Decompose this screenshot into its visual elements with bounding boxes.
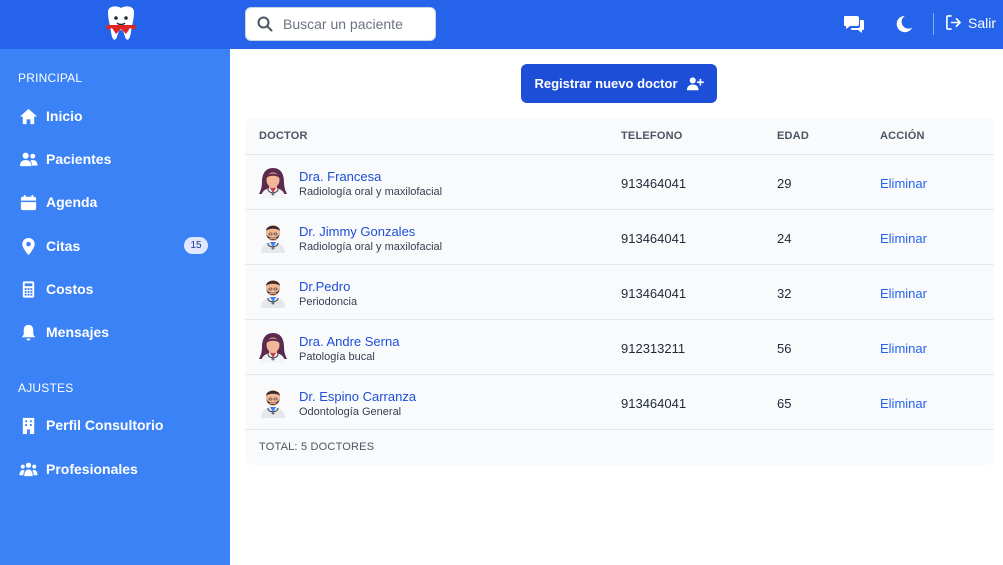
home-icon bbox=[18, 106, 38, 126]
doctor-name-link[interactable]: Dra. Francesa bbox=[299, 169, 381, 184]
doctor-phone: 913464041 bbox=[621, 396, 687, 411]
sidebar-item-label: Citas bbox=[46, 238, 81, 254]
logout-button[interactable]: Salir bbox=[945, 14, 996, 31]
doctor-phone: 913464041 bbox=[621, 286, 687, 301]
sidebar-item-label: Inicio bbox=[46, 108, 83, 124]
doctor-name-link[interactable]: Dr. Espino Carranza bbox=[299, 389, 416, 404]
delete-link[interactable]: Eliminar bbox=[880, 286, 927, 301]
divider bbox=[245, 429, 994, 430]
calendar-icon bbox=[18, 192, 38, 212]
doctor-age: 65 bbox=[777, 396, 792, 411]
male-doctor-avatar bbox=[258, 221, 288, 253]
doctor-phone: 912313211 bbox=[621, 341, 686, 356]
doctor-name-link[interactable]: Dra. Andre Serna bbox=[299, 334, 399, 349]
register-doctor-button[interactable]: Registrar nuevo doctor bbox=[521, 64, 717, 103]
sidebar-item-citas[interactable]: Citas 15 bbox=[18, 233, 214, 259]
doctor-specialty: Patología bucal bbox=[299, 351, 375, 363]
tooth-logo-icon[interactable] bbox=[102, 4, 140, 44]
doctor-specialty: Radiología oral y maxilofacial bbox=[299, 186, 443, 198]
sidebar-item-label: Costos bbox=[46, 281, 94, 297]
building-icon bbox=[18, 415, 38, 435]
doctor-age: 24 bbox=[777, 231, 792, 246]
bell-icon bbox=[18, 322, 38, 342]
search-icon bbox=[257, 16, 273, 32]
doctor-age: 56 bbox=[777, 341, 792, 356]
sidebar: PRINCIPAL Inicio Pacientes Agenda Citas … bbox=[0, 49, 230, 565]
users-icon bbox=[18, 149, 38, 169]
doctor-age: 29 bbox=[777, 176, 792, 191]
sidebar-item-label: Agenda bbox=[46, 194, 98, 210]
sidebar-item-label: Mensajes bbox=[46, 324, 110, 340]
table-row: Dr. Espino Carranza Odontología General … bbox=[245, 374, 994, 429]
doctor-specialty: Periodoncia bbox=[299, 296, 358, 308]
calculator-icon bbox=[18, 279, 38, 299]
sidebar-item-pacientes[interactable]: Pacientes bbox=[18, 146, 214, 172]
section-heading-principal: PRINCIPAL bbox=[18, 71, 83, 85]
divider bbox=[933, 13, 934, 35]
section-heading-ajustes: AJUSTES bbox=[18, 381, 74, 395]
chat-icon[interactable] bbox=[843, 13, 865, 35]
top-bar: Salir bbox=[0, 0, 1003, 49]
table-row: Dr.Pedro Periodoncia 913464041 32 Elimin… bbox=[245, 264, 994, 319]
logout-icon bbox=[946, 15, 961, 30]
doctor-phone: 913464041 bbox=[621, 176, 687, 191]
sidebar-item-perfil-consultorio[interactable]: Perfil Consultorio bbox=[18, 412, 214, 438]
doctor-name-link[interactable]: Dr.Pedro bbox=[299, 279, 350, 294]
sidebar-item-label: Perfil Consultorio bbox=[46, 417, 164, 433]
table-row: Dra. Andre Serna Patología bucal 9123132… bbox=[245, 319, 994, 374]
column-header-doctor: DOCTOR bbox=[259, 130, 308, 142]
delete-link[interactable]: Eliminar bbox=[880, 341, 927, 356]
table-row: Dr. Jimmy Gonzales Radiología oral y max… bbox=[245, 209, 994, 264]
column-header-accion: ACCIÓN bbox=[880, 130, 925, 142]
search-box[interactable] bbox=[245, 7, 436, 41]
male-doctor-avatar bbox=[258, 386, 288, 418]
table-row: Dra. Francesa Radiología oral y maxilofa… bbox=[245, 154, 994, 209]
sidebar-item-inicio[interactable]: Inicio bbox=[18, 103, 214, 129]
male-doctor-avatar bbox=[258, 276, 288, 308]
delete-link[interactable]: Eliminar bbox=[880, 396, 927, 411]
delete-link[interactable]: Eliminar bbox=[880, 231, 927, 246]
logout-label: Salir bbox=[968, 14, 997, 31]
moon-icon[interactable] bbox=[893, 13, 915, 35]
people-group-icon bbox=[18, 459, 38, 479]
female-doctor-avatar bbox=[258, 166, 288, 198]
sidebar-item-label: Profesionales bbox=[46, 461, 138, 477]
doctor-specialty: Odontología General bbox=[299, 406, 402, 418]
total-count: TOTAL: 5 DOCTORES bbox=[259, 441, 375, 453]
doctor-phone: 913464041 bbox=[621, 231, 687, 246]
doctor-specialty: Radiología oral y maxilofacial bbox=[299, 241, 443, 253]
search-input[interactable] bbox=[283, 16, 423, 32]
sidebar-item-agenda[interactable]: Agenda bbox=[18, 189, 214, 215]
sidebar-item-label: Pacientes bbox=[46, 151, 112, 167]
doctor-age: 32 bbox=[777, 286, 792, 301]
column-header-telefono: TELEFONO bbox=[621, 130, 683, 142]
sidebar-item-mensajes[interactable]: Mensajes bbox=[18, 319, 214, 345]
female-doctor-avatar bbox=[258, 331, 288, 363]
column-header-edad: EDAD bbox=[777, 130, 809, 142]
doctor-name-link[interactable]: Dr. Jimmy Gonzales bbox=[299, 224, 415, 239]
sidebar-item-costos[interactable]: Costos bbox=[18, 276, 214, 302]
doctors-table: DOCTOR TELEFONO EDAD ACCIÓN Dra. Frances… bbox=[245, 118, 994, 465]
sidebar-item-profesionales[interactable]: Profesionales bbox=[18, 456, 214, 482]
count-badge: 15 bbox=[184, 237, 208, 254]
register-doctor-label: Registrar nuevo doctor bbox=[534, 76, 678, 91]
location-pin-icon bbox=[18, 236, 38, 256]
delete-link[interactable]: Eliminar bbox=[880, 176, 927, 191]
add-user-icon bbox=[686, 76, 704, 90]
